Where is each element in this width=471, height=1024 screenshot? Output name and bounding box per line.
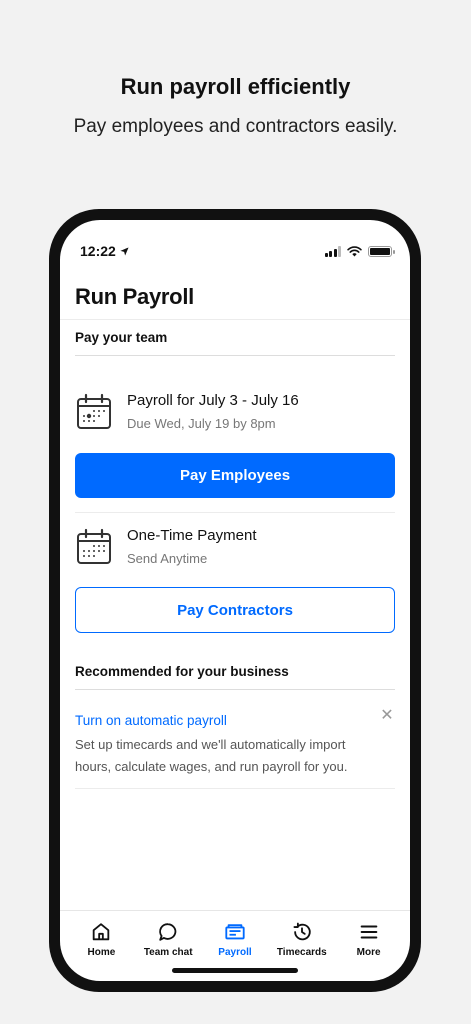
one-time-payment-title: One-Time Payment xyxy=(127,527,257,544)
menu-icon xyxy=(360,925,377,939)
calendar-icon xyxy=(77,528,111,564)
payroll-due-date: Due Wed, July 19 by 8pm xyxy=(127,416,276,431)
payroll-period-row[interactable]: Payroll for July 3 - July 16 Due Wed, Ju… xyxy=(75,391,395,431)
automatic-payroll-link[interactable]: Turn on automatic payroll xyxy=(75,713,227,728)
payroll-icon xyxy=(225,924,245,940)
home-indicator xyxy=(172,968,298,973)
page-title: Run Payroll xyxy=(75,284,194,309)
close-icon[interactable]: ✕ xyxy=(380,708,394,724)
tab-label: Team chat xyxy=(143,947,193,958)
cellular-signal-icon xyxy=(324,245,341,257)
tab-label: Home xyxy=(87,947,116,958)
status-time: 12:22 xyxy=(80,243,116,259)
section-heading-pay-team: Pay your team xyxy=(75,330,395,356)
recommendation-divider xyxy=(75,788,395,789)
phone-frame: 12:22 Run Payroll Pay your team Payroll … xyxy=(49,209,421,992)
tab-more[interactable]: More xyxy=(336,921,402,981)
one-time-payment-row[interactable]: One-Time Payment Send Anytime xyxy=(75,526,395,566)
tab-label: Timecards xyxy=(276,947,327,958)
battery-icon xyxy=(368,245,395,257)
status-bar: 12:22 xyxy=(80,242,395,260)
payroll-period-title: Payroll for July 3 - July 16 xyxy=(127,392,299,409)
recommendation-body: Set up timecards and we'll automatically… xyxy=(75,737,348,774)
tab-label: More xyxy=(356,947,381,958)
pay-contractors-button[interactable]: Pay Contractors xyxy=(75,587,395,633)
chat-bubble-icon xyxy=(159,923,177,941)
promo-subtitle: Pay employees and contractors easily. xyxy=(73,116,398,137)
promo-title: Run payroll efficiently xyxy=(120,74,351,99)
app-screen: 12:22 Run Payroll Pay your team Payroll … xyxy=(60,220,410,981)
row-divider xyxy=(75,512,395,513)
section-heading-recommended: Recommended for your business xyxy=(75,664,395,690)
history-clock-icon xyxy=(293,922,311,941)
calendar-icon xyxy=(77,393,111,429)
location-arrow-icon xyxy=(120,246,129,256)
one-time-payment-subtitle: Send Anytime xyxy=(127,551,208,566)
header-divider xyxy=(60,319,410,320)
home-icon xyxy=(93,923,110,941)
tab-home[interactable]: Home xyxy=(68,921,134,981)
tab-label: Payroll xyxy=(218,947,252,958)
pay-employees-button[interactable]: Pay Employees xyxy=(75,453,395,498)
wifi-icon xyxy=(347,245,362,257)
